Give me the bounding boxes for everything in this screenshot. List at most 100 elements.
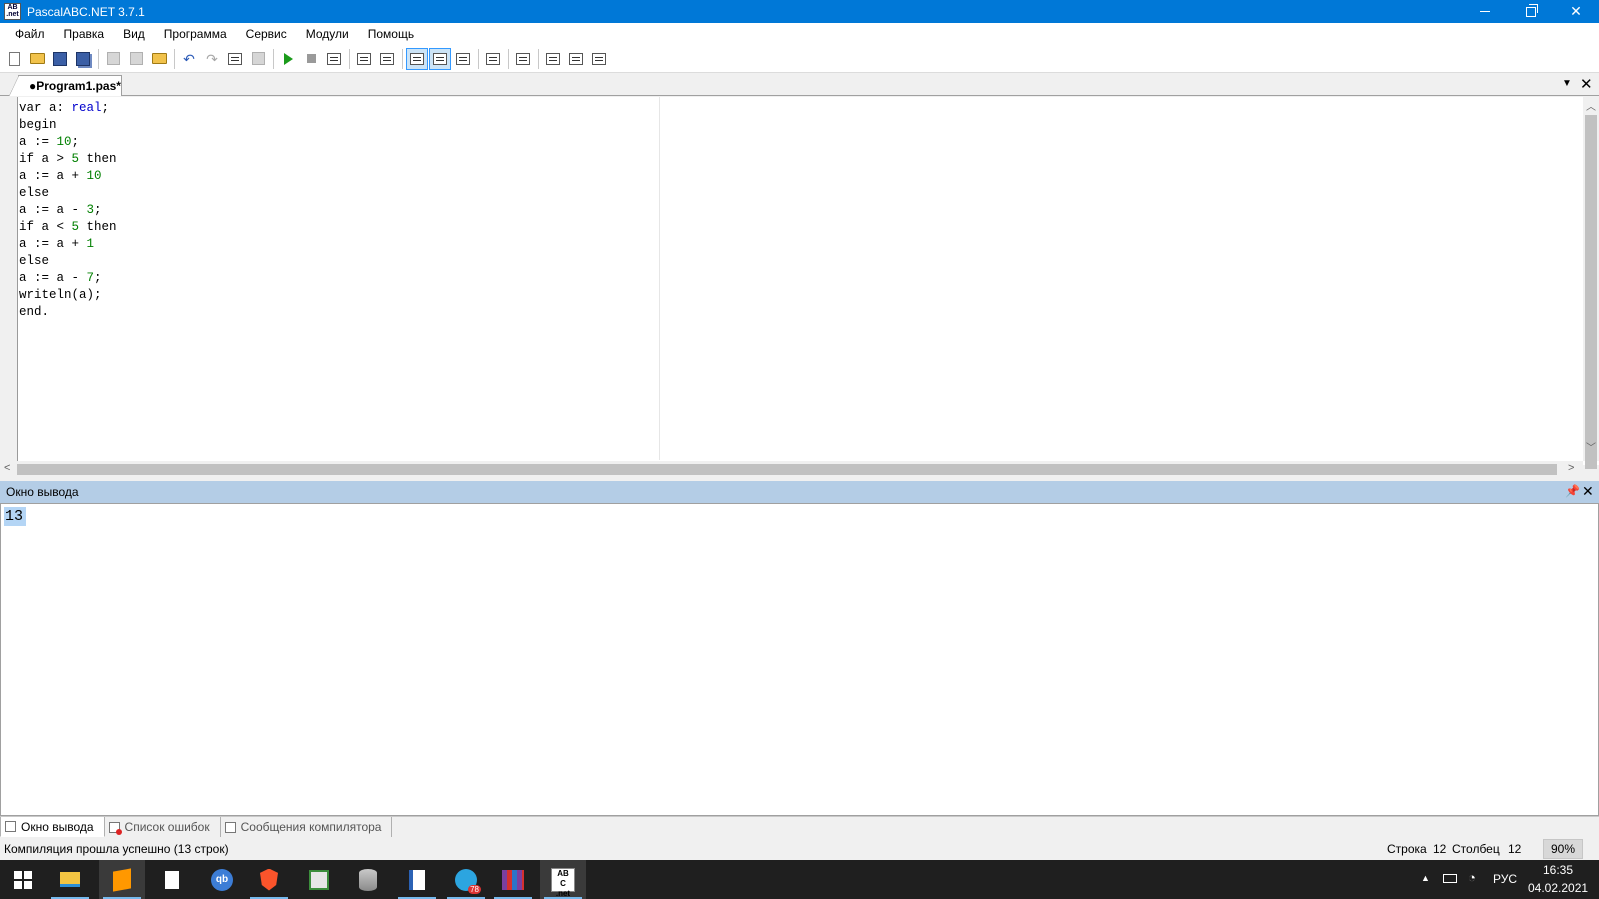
tab-error-list[interactable]: Список ошибок	[105, 817, 221, 837]
compile-button[interactable]	[323, 48, 345, 70]
toolbar-separator	[174, 48, 175, 69]
scroll-right-icon[interactable]: >	[1568, 462, 1574, 474]
dock-right-button[interactable]	[588, 48, 610, 70]
menu-help[interactable]: Помощь	[361, 27, 421, 41]
code-line[interactable]: a := 10;	[19, 134, 117, 151]
console-toggle-button[interactable]	[406, 47, 428, 70]
wifi-icon[interactable]: ◔	[1468, 870, 1476, 885]
open-file-button[interactable]	[26, 48, 48, 70]
tab-output-window[interactable]: Окно вывода	[0, 817, 105, 837]
blank-document-icon	[165, 870, 179, 889]
code-line[interactable]: a := a - 7;	[19, 270, 117, 287]
tab-program1[interactable]: ●Program1.pas*	[9, 75, 122, 96]
tab-list-dropdown-icon[interactable]: ▼	[1562, 78, 1572, 89]
designer-icon	[516, 52, 530, 65]
code-line[interactable]: if a > 5 then	[19, 151, 117, 168]
taskbar-explorer[interactable]	[47, 860, 93, 899]
stop-button[interactable]	[300, 48, 322, 70]
code-line[interactable]: if a < 5 then	[19, 219, 117, 236]
code-line[interactable]: else	[19, 253, 117, 270]
clock-time[interactable]: 16:35	[1528, 863, 1588, 877]
run-button[interactable]	[277, 48, 299, 70]
taskbar-writer[interactable]	[394, 860, 440, 899]
taskbar-qbittorrent[interactable]: qb	[199, 860, 245, 899]
format-button[interactable]	[452, 48, 474, 70]
new-file-button[interactable]	[3, 48, 25, 70]
menu-edit[interactable]: Правка	[57, 27, 112, 41]
paste-button[interactable]	[148, 48, 170, 70]
new-file-icon	[8, 51, 20, 66]
menu-modules[interactable]: Модули	[299, 27, 356, 41]
minimize-icon	[1480, 11, 1490, 12]
save-button[interactable]	[49, 48, 71, 70]
close-tab-icon[interactable]: ✕	[1580, 75, 1593, 93]
taskbar-brave[interactable]	[246, 860, 292, 899]
replace-button[interactable]	[247, 48, 269, 70]
step-over-button[interactable]	[376, 48, 398, 70]
output-area[interactable]: 13	[0, 503, 1599, 816]
find-button[interactable]	[224, 48, 246, 70]
code-line[interactable]: a := a + 1	[19, 236, 117, 253]
tab-compiler-messages[interactable]: Сообщения компилятора	[221, 817, 393, 837]
code-line[interactable]: var a: real;	[19, 100, 117, 117]
taskbar-sublime[interactable]	[99, 860, 145, 899]
editor-vertical-scrollbar[interactable]: ︿ ﹀	[1583, 97, 1599, 469]
designer-button[interactable]	[512, 48, 534, 70]
taskbar-database[interactable]	[345, 860, 391, 899]
code-token: then	[79, 152, 117, 166]
close-output-icon[interactable]: ✕	[1582, 483, 1594, 500]
compiler-messages-icon	[224, 821, 236, 833]
scroll-left-icon[interactable]: <	[4, 462, 10, 474]
taskbar-notepad[interactable]	[149, 860, 195, 899]
code-token: a := a +	[19, 237, 87, 251]
minimize-button[interactable]	[1462, 0, 1508, 23]
horizontal-scroll-thumb[interactable]	[17, 464, 1557, 475]
code-editor[interactable]: var a: real; begin a := 10; if a > 5 then a …	[0, 97, 1599, 478]
taskbar-telegram[interactable]: 78	[443, 860, 489, 899]
menu-program[interactable]: Программа	[157, 27, 234, 41]
output-toggle-button[interactable]	[429, 47, 451, 70]
output-text[interactable]: 13	[4, 507, 27, 526]
code-line[interactable]: writeln(a);	[19, 287, 117, 304]
close-window-button[interactable]: ✕	[1553, 0, 1599, 23]
restore-button[interactable]	[1508, 0, 1554, 23]
row-value: 12	[1433, 842, 1447, 856]
redo-button[interactable]: ↷	[201, 48, 223, 70]
taskbar-winrar[interactable]	[490, 860, 536, 899]
save-all-button[interactable]	[72, 48, 94, 70]
language-indicator[interactable]: РУС	[1493, 872, 1517, 886]
taskbar-pascalabc[interactable]: AB C .net	[540, 860, 586, 899]
code-line[interactable]: end.	[19, 304, 117, 321]
zoom-level[interactable]: 90%	[1543, 839, 1583, 859]
code-text[interactable]: var a: real; begin a := 10; if a > 5 then a …	[19, 100, 117, 321]
clock-date[interactable]: 04.02.2021	[1528, 881, 1588, 895]
code-token: begin	[19, 118, 57, 132]
battery-icon[interactable]	[1443, 874, 1457, 883]
code-line[interactable]: else	[19, 185, 117, 202]
indent-button[interactable]	[482, 48, 504, 70]
menu-file[interactable]: Файл	[8, 27, 52, 41]
taskbar-cards[interactable]	[296, 860, 342, 899]
code-line[interactable]: a := a + 10	[19, 168, 117, 185]
toolbar-separator	[98, 48, 99, 69]
tray-chevron-up-icon[interactable]: ▲	[1421, 873, 1430, 883]
vertical-scroll-thumb[interactable]	[1585, 115, 1597, 469]
toolbar-separator	[478, 48, 479, 69]
code-line[interactable]: a := a - 3;	[19, 202, 117, 219]
editor-horizontal-scrollbar[interactable]: < >	[0, 461, 1583, 478]
menu-view[interactable]: Вид	[116, 27, 152, 41]
menu-service[interactable]: Сервис	[239, 27, 294, 41]
dock-bottom-button[interactable]	[565, 48, 587, 70]
scroll-down-icon[interactable]: ﹀	[1586, 439, 1596, 454]
scroll-up-icon[interactable]: ︿	[1586, 98, 1596, 113]
undo-button[interactable]: ↶	[178, 48, 200, 70]
step-into-icon	[357, 52, 371, 65]
copy-button[interactable]	[125, 48, 147, 70]
pin-icon[interactable]: 📌	[1565, 484, 1580, 498]
column-value: 12	[1508, 842, 1522, 856]
code-line[interactable]: begin	[19, 117, 117, 134]
step-into-button[interactable]	[353, 48, 375, 70]
start-button[interactable]	[0, 860, 46, 899]
cut-button[interactable]	[102, 48, 124, 70]
dock-left-button[interactable]	[542, 48, 564, 70]
